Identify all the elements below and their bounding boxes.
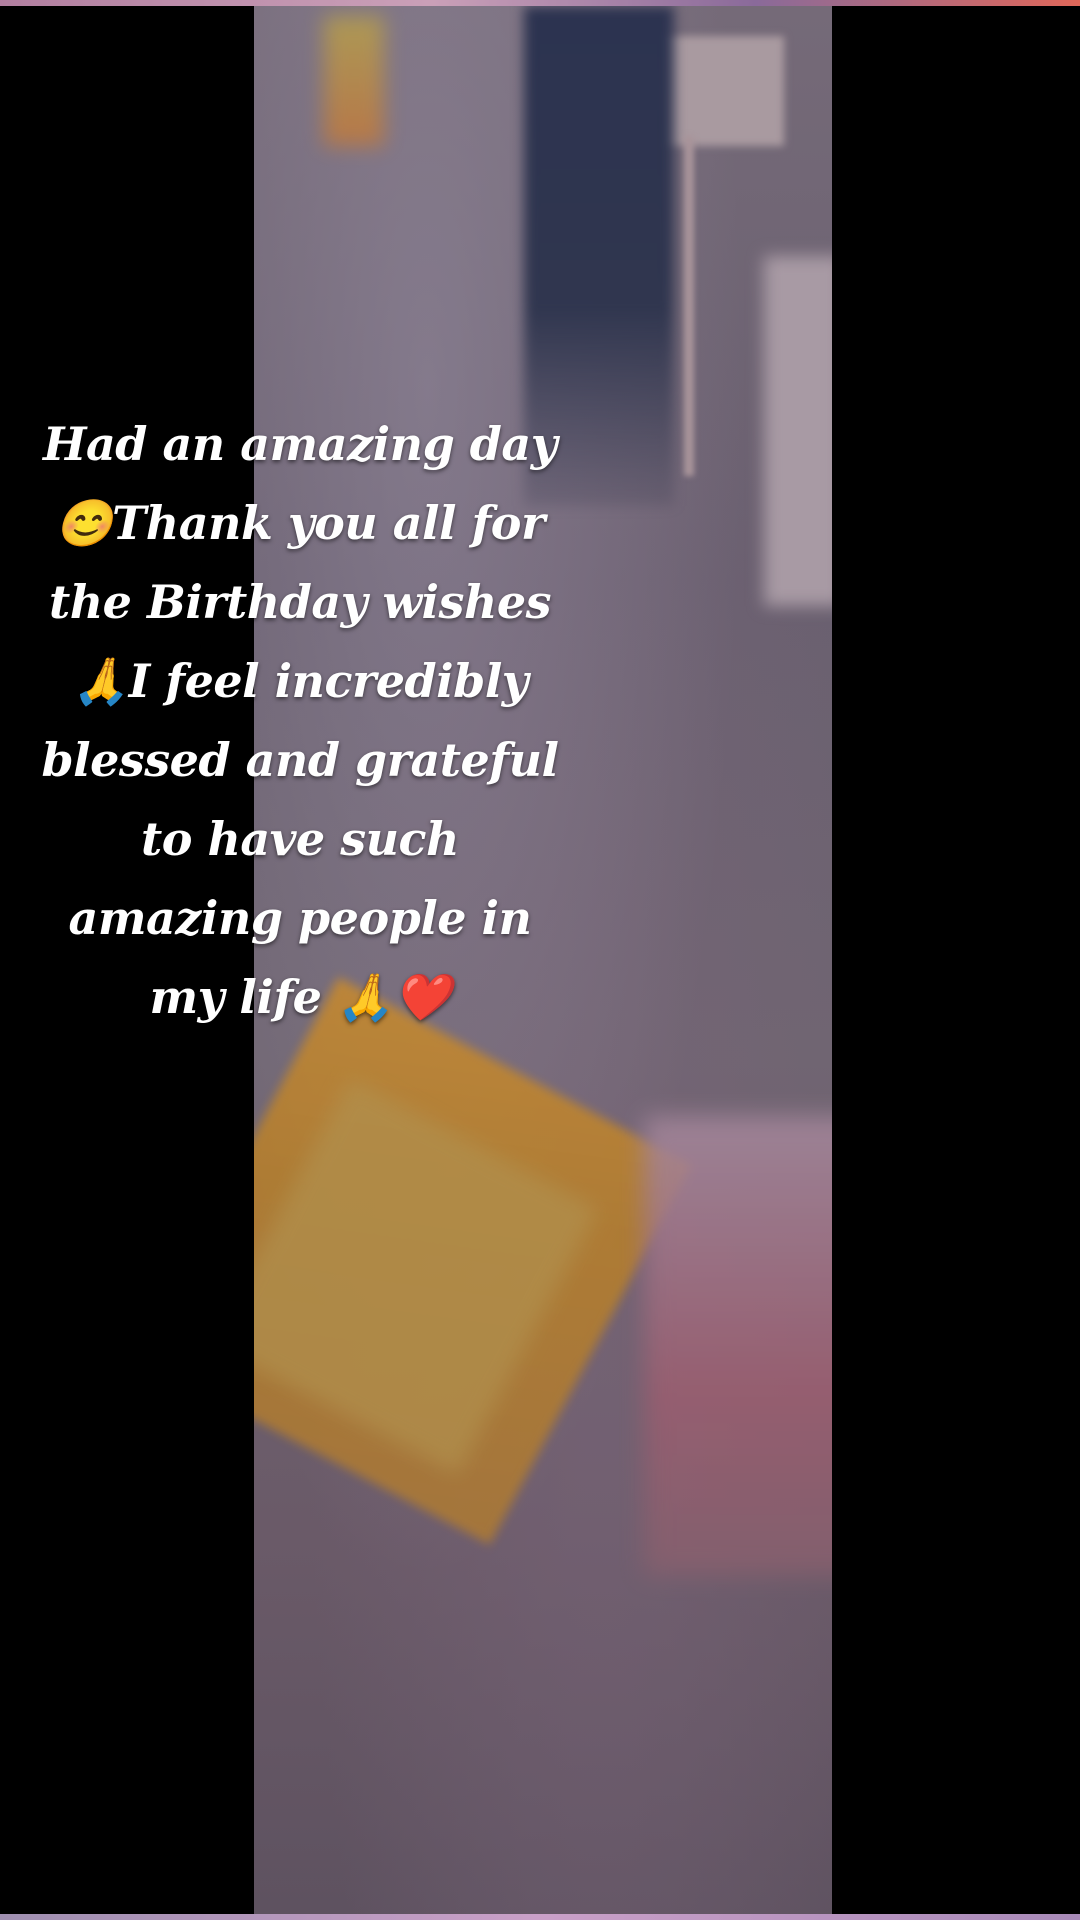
- story-screen[interactable]: Had an amazing day 😊Thank you all for th…: [0, 0, 1080, 1920]
- blurred-light-area: [764, 256, 832, 606]
- blurred-pole: [684, 136, 694, 476]
- blurred-toy: [324, 16, 384, 146]
- story-caption: Had an amazing day 😊Thank you all for th…: [41, 417, 559, 1024]
- bottom-bar: [0, 1914, 1080, 1920]
- blurred-bag: [644, 1116, 832, 1576]
